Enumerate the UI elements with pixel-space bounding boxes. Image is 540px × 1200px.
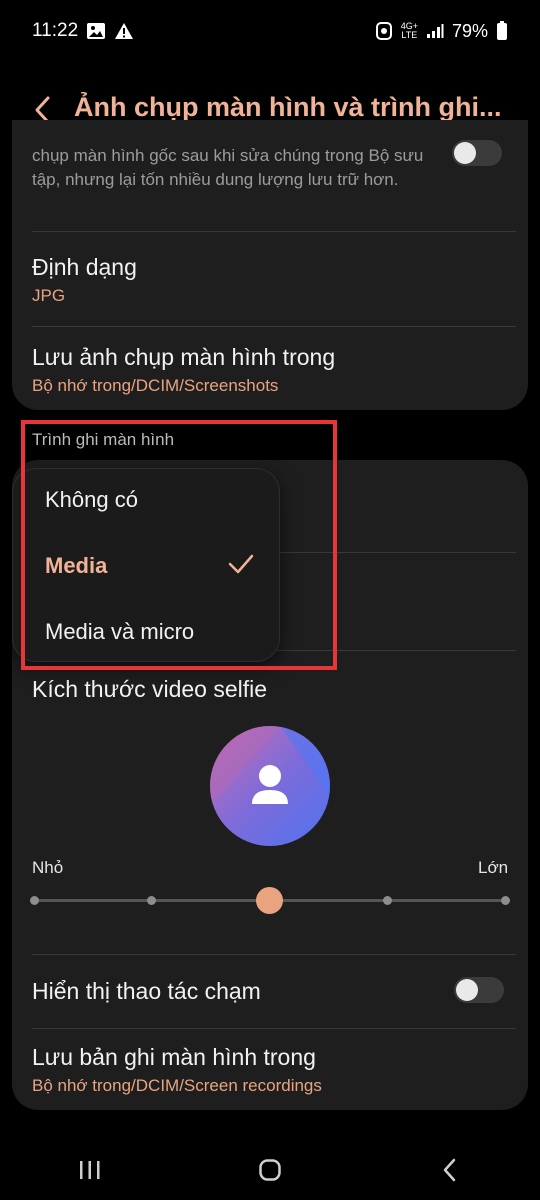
divider <box>32 326 516 327</box>
status-left: 11:22 <box>32 20 134 42</box>
toggle-knob <box>454 142 476 164</box>
slider-min-label: Nhỏ <box>32 858 64 877</box>
alarm-icon <box>375 21 393 41</box>
screenshot-save-location-value: Bộ nhớ trong/DCIM/Screenshots <box>32 376 279 395</box>
person-icon <box>210 726 330 846</box>
slider-step-dot <box>501 896 510 905</box>
back-nav-button[interactable] <box>420 1145 480 1195</box>
back-icon <box>443 1158 456 1182</box>
recent-apps-button[interactable] <box>60 1145 120 1195</box>
selfie-size-slider-thumb[interactable] <box>256 887 283 914</box>
signal-icon <box>426 23 444 39</box>
network-label-bottom: LTE <box>401 30 418 40</box>
slider-step-dot <box>147 896 156 905</box>
keep-original-toggle[interactable] <box>452 140 502 166</box>
divider <box>32 231 516 232</box>
keep-original-description: chụp màn hình gốc sau khi sửa chúng tron… <box>32 146 424 189</box>
divider <box>32 954 516 955</box>
battery-percentage: 79% <box>451 20 488 41</box>
format-label: Định dạng <box>32 254 137 280</box>
battery-icon <box>496 21 508 41</box>
recording-save-location-value: Bộ nhớ trong/DCIM/Screen recordings <box>32 1076 322 1095</box>
screenshot-save-location-label: Lưu ảnh chụp màn hình trong <box>32 344 336 370</box>
slider-max-label: Lớn <box>478 858 509 877</box>
format-value: JPG <box>32 286 66 305</box>
network-type: 4G+ LTE <box>401 22 418 40</box>
selfie-video-size-label: Kích thước video selfie <box>32 676 268 702</box>
recording-save-location-label: Lưu bản ghi màn hình trong <box>32 1044 316 1070</box>
gallery-icon <box>86 22 106 40</box>
show-touches-label: Hiển thị thao tác chạm <box>32 978 261 1004</box>
home-icon <box>259 1159 281 1181</box>
home-button[interactable] <box>240 1145 300 1195</box>
recent-apps-icon <box>80 1161 100 1179</box>
status-right: 4G+ LTE 79% <box>375 21 508 42</box>
page-title: Ảnh chụp màn hình và trình ghi... <box>74 92 502 122</box>
toggle-knob <box>456 979 478 1001</box>
slider-step-dot <box>30 896 39 905</box>
status-bar: 11:22 4G+ LTE 79% <box>0 0 540 62</box>
show-touches-toggle[interactable] <box>454 977 504 1003</box>
clock: 11:22 <box>32 20 79 41</box>
slider-step-dot <box>383 896 392 905</box>
divider <box>32 1028 516 1029</box>
warning-icon <box>114 22 134 40</box>
selfie-preview-avatar <box>210 726 330 846</box>
navigation-bar <box>0 1140 540 1200</box>
screenshot-settings-card: chụp màn hình gốc sau khi sửa chúng tron… <box>12 120 528 410</box>
highlight-box <box>21 420 337 670</box>
